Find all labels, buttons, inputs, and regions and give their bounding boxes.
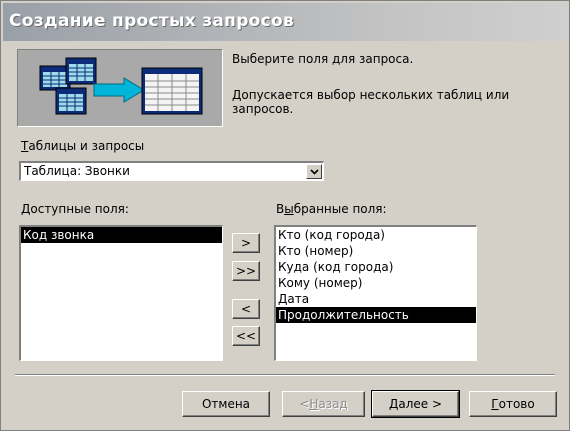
available-field-item[interactable]: Код звонка [21,227,222,243]
tables-combobox[interactable]: Таблица: Звонки [19,161,324,181]
finish-button[interactable]: Готово [469,391,557,417]
selected-fields-label: Выбранные поля: [276,202,387,216]
prompt-multiple-tables: Допускается выбор нескольких таблиц или … [232,88,510,116]
selected-fields-list[interactable]: Кто (код города) Кто (номер) Куда (код г… [274,225,477,361]
selected-label-text: бранные поля: [293,202,387,216]
available-label-hotkey: Д [21,202,31,216]
back-button[interactable]: < Назад [282,391,365,417]
remove-field-button[interactable]: < [232,299,260,319]
tables-to-query-illustration [39,57,203,115]
selected-field-item[interactable]: Продолжительность [276,307,476,323]
selected-field-item[interactable]: Кто (код города) [276,227,476,243]
add-field-button[interactable]: > [232,233,260,253]
title-bar[interactable]: Создание простых запросов [3,3,567,41]
tables-combobox-value: Таблица: Звонки [24,164,130,178]
cancel-button[interactable]: Отмена [182,391,270,417]
query-wizard-dialog: Создание простых запросов Выберите поля … [0,0,570,431]
selected-field-item[interactable]: Дата [276,291,476,307]
selected-label-hotkey: ы [284,202,294,216]
selected-field-item[interactable]: Кому (номер) [276,275,476,291]
prompt-select-fields: Выберите поля для запроса. [232,52,414,66]
next-button-text: алее > [398,397,443,411]
back-button-prefix: < [299,397,310,411]
chevron-down-icon [309,168,319,175]
next-button[interactable]: Далее > [371,390,460,418]
remove-all-fields-button[interactable]: << [232,326,260,346]
back-button-text: азад [318,397,348,411]
available-fields-label: Доступные поля: [21,202,129,216]
tables-label: Таблицы и запросы [21,139,144,153]
add-all-fields-button[interactable]: >> [232,261,260,281]
wizard-illustration [17,49,223,127]
dropdown-button[interactable] [306,164,322,179]
next-button-hotkey: Д [388,397,399,411]
footer-divider [15,374,555,376]
tables-label-text: аблицы и запросы [28,139,145,153]
finish-button-hotkey: Г [491,397,499,411]
available-label-text: оступные поля: [30,202,129,216]
available-fields-list[interactable]: Код звонка [19,225,223,361]
selected-label-prefix: В [276,202,285,216]
back-button-hotkey: Н [309,397,319,411]
dialog-title: Создание простых запросов [9,11,295,31]
selected-field-item[interactable]: Куда (код города) [276,259,476,275]
selected-field-item[interactable]: Кто (номер) [276,243,476,259]
finish-button-text: отово [498,397,535,411]
